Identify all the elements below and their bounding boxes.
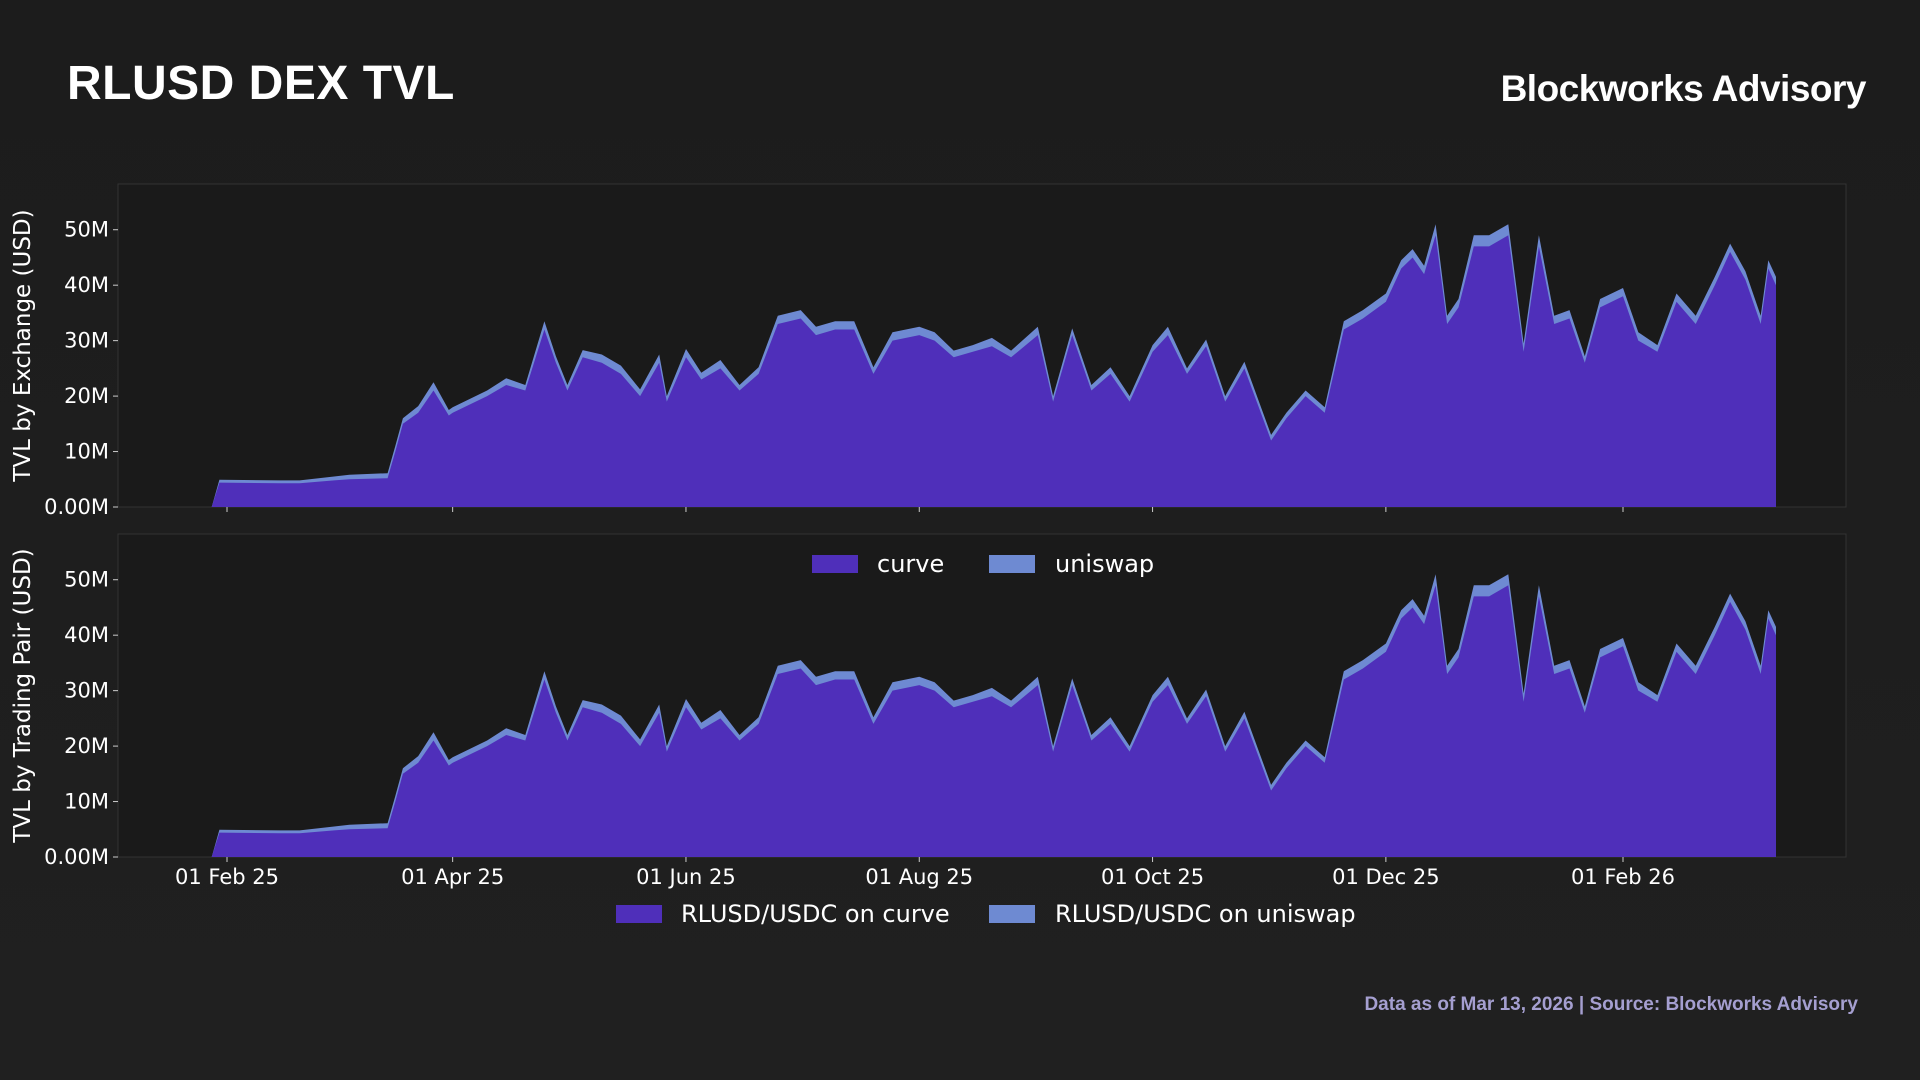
y-tick-label: 10M xyxy=(64,440,109,464)
y-axis-label: TVL by Exchange (USD) xyxy=(10,209,36,482)
x-tick-label: 01 Dec 25 xyxy=(1332,865,1439,889)
legend-swatch-rlusd-usdc-uniswap xyxy=(989,905,1035,923)
legend-swatch-uniswap xyxy=(989,555,1035,573)
x-axis: 01 Feb 25 01 Apr 25 01 Jun 25 01 Aug 25 01 O… xyxy=(175,857,1675,889)
y-tick-label: 50M xyxy=(64,568,109,592)
y-tick-label: 30M xyxy=(64,679,109,703)
x-tick-label: 01 Aug 25 xyxy=(865,865,973,889)
x-tick-label: 01 Apr 25 xyxy=(401,865,504,889)
y-tick-label: 30M xyxy=(64,329,109,353)
y-tick-label: 0.00M xyxy=(44,495,109,519)
legend-label-uniswap: uniswap xyxy=(1055,550,1154,578)
legend-label-curve: curve xyxy=(877,550,944,578)
x-tick-label: 01 Feb 26 xyxy=(1571,865,1675,889)
x-tick-label: 01 Oct 25 xyxy=(1101,865,1204,889)
y-axis: 0.00M 10M 20M 30M 40M 50M xyxy=(44,218,118,519)
y-axis-label: TVL by Trading Pair (USD) xyxy=(10,548,36,843)
legend-swatch-rlusd-usdc-curve xyxy=(616,905,662,923)
y-tick-label: 10M xyxy=(64,790,109,814)
x-tick-label: 01 Feb 25 xyxy=(175,865,279,889)
panel-exchange: 0.00M 10M 20M 30M 40M 50M TVL by Exchange (US… xyxy=(10,183,1847,519)
y-axis: 0.00M 10M 20M 30M 40M 50M xyxy=(44,568,118,869)
y-tick-label: 0.00M xyxy=(44,845,109,869)
x-axis xyxy=(226,507,1624,512)
legend-trading-pair: RLUSD/USDC on curve RLUSD/USDC on uniswa… xyxy=(616,900,1356,928)
tvl-chart: 0.00M 10M 20M 30M 40M 50M TVL by Exchange (US… xyxy=(10,183,1847,928)
y-tick-label: 20M xyxy=(64,734,109,758)
legend-swatch-curve xyxy=(812,555,858,573)
y-tick-label: 50M xyxy=(64,218,109,242)
y-tick-label: 40M xyxy=(64,273,109,297)
legend-label-rlusd-usdc-curve: RLUSD/USDC on curve xyxy=(681,900,950,928)
legend-label-rlusd-usdc-uniswap: RLUSD/USDC on uniswap xyxy=(1055,900,1356,928)
panel-trading-pair: 0.00M10M20M30M40M50M 01 Feb 25 01 Apr 25 0… xyxy=(10,533,1847,889)
y-tick-label: 40M xyxy=(64,623,109,647)
source-footnote: Data as of Mar 13, 2026 | Source: Blockw… xyxy=(1364,994,1858,1015)
x-tick-label: 01 Jun 25 xyxy=(636,865,736,889)
y-tick-label: 20M xyxy=(64,384,109,408)
